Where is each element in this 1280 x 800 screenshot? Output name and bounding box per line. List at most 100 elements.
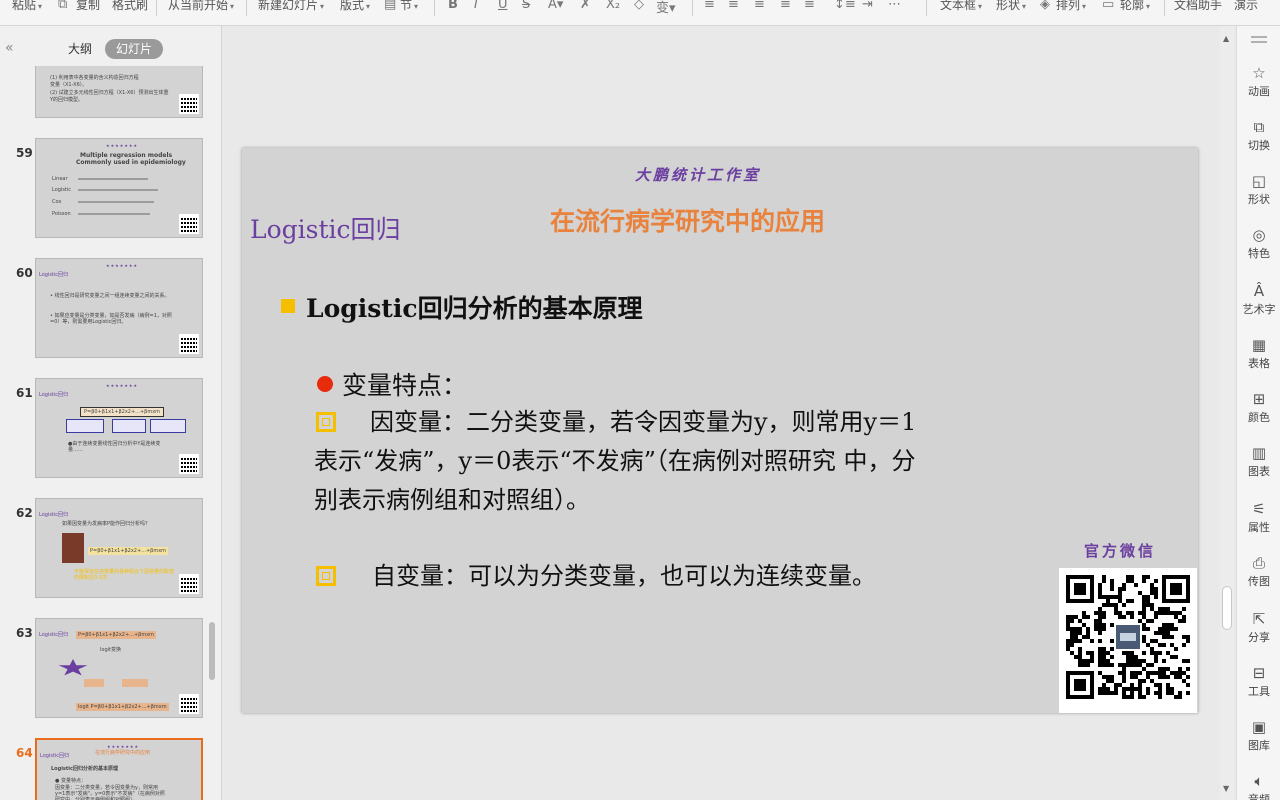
- section-button[interactable]: 节 ▾: [400, 0, 418, 14]
- layout-button[interactable]: 版式 ▾: [340, 0, 370, 14]
- strikethrough-icon[interactable]: S: [522, 0, 530, 12]
- align-right-icon[interactable]: ≡: [754, 0, 765, 12]
- outline-button[interactable]: 轮廓 ▾: [1120, 0, 1150, 14]
- thumbnail-subtitle: 在流行病学研究中的应用: [95, 750, 151, 756]
- sidebar-item-gallery[interactable]: ▣ 图库: [1237, 718, 1280, 753]
- properties-icon: ⚟: [1252, 500, 1266, 518]
- variable-features-label[interactable]: 变量特点：: [342, 366, 467, 402]
- sidebar-item-animation[interactable]: ☆ 动画: [1237, 64, 1280, 99]
- sidebar-item-tools[interactable]: ⊟ 工具: [1237, 664, 1280, 699]
- dependent-variable-text[interactable]: 因变量：二分类变量，若令因变量为y，则常用y＝1表示“发病”，y＝0表示“不发病…: [314, 403, 934, 520]
- collapse-panel-icon[interactable]: «: [5, 40, 14, 56]
- task-pane-sidebar: ☆ 动画 ⧉ 切换 ◱ 形状 ◎ 特色 Â 艺术字 ▦ 表格 ⊞ 颜色 ▥ 图表 ⚟ 属性 ⎙ 传图…: [1236, 26, 1280, 800]
- tab-outline[interactable]: 大纲: [58, 39, 102, 59]
- new-slide-label: 新建幻灯片: [258, 0, 319, 12]
- thumbnail-formula: [78, 213, 150, 215]
- slide-thumbnail[interactable]: (1) 利用表中各变量的含义构造回归方程 变量（X1-X6）。 (2) 试建立多…: [35, 66, 203, 118]
- sidebar-item-chart[interactable]: ▥ 图表: [1237, 444, 1280, 479]
- align-center-icon[interactable]: ≡: [728, 0, 739, 12]
- current-slide[interactable]: 大鹏统计工作室 Logistic回归 在流行病学研究中的应用 Logistic回…: [242, 148, 1198, 713]
- paste-label: 粘贴: [12, 0, 37, 12]
- slide-thumbnail[interactable]: ★★★★★★★ Logistic回归 • 线性回归是研究变量之间一组连续变量之间…: [35, 258, 203, 358]
- section-heading[interactable]: Logistic回归分析的基本原理: [306, 289, 643, 325]
- arrange-button[interactable]: 排列 ▾: [1056, 0, 1086, 14]
- sidebar-item-table[interactable]: ▦ 表格: [1237, 336, 1280, 371]
- slide-number: 60: [16, 266, 33, 280]
- thumbnail-formula: P=β0+β1x1+β2x2+...+βmxm: [80, 407, 165, 417]
- section-label: 节: [400, 0, 413, 12]
- thumbnail-text: Logistic: [52, 187, 72, 193]
- thumbnail-text: 因变量：二分类变量，若令因变量为y，则常用y=1表示"发病"，y=0表示"不发病…: [55, 785, 165, 800]
- clear-format-icon[interactable]: ✗: [580, 0, 591, 12]
- italic-icon[interactable]: I: [474, 0, 478, 12]
- sidebar-item-feature[interactable]: ◎ 特色: [1237, 226, 1280, 261]
- scrollbar-thumb[interactable]: [1222, 586, 1232, 630]
- thumbnail-text: ● 变量特点：: [55, 778, 86, 784]
- sidebar-item-label: 分享: [1248, 631, 1270, 644]
- sidebar-item-audio[interactable]: 🔈︎ 音频: [1237, 772, 1280, 800]
- toolbar-divider: [156, 0, 157, 16]
- thumbnail-title: Logistic回归: [40, 753, 70, 759]
- sidebar-item-wordart[interactable]: Â 艺术字: [1237, 282, 1280, 317]
- shape-button[interactable]: 形状 ▾: [996, 0, 1026, 14]
- slide-thumbnail[interactable]: Logistic回归 P=β0+β1x1+β2x2+...+βmxm logit…: [35, 618, 203, 718]
- gallery-icon: ▣: [1251, 718, 1267, 736]
- drag-handle-icon[interactable]: [1251, 36, 1267, 38]
- transition-icon: ⧉: [1253, 118, 1265, 136]
- slide-thumbnail[interactable]: ★★★★★★★ Logistic回归 P=β0+β1x1+β2x2+...+βm…: [35, 378, 203, 478]
- thumbnail-text: Cox: [52, 199, 62, 205]
- sidebar-item-share[interactable]: ⇱ 分享: [1237, 610, 1280, 645]
- justify-icon[interactable]: ≡: [780, 0, 791, 12]
- line-spacing-icon[interactable]: ↕≡: [834, 0, 856, 12]
- align-left-icon[interactable]: ≡: [704, 0, 715, 12]
- sidebar-item-label: 音频: [1248, 793, 1270, 800]
- from-current-button[interactable]: 从当前开始 ▾: [168, 0, 234, 14]
- scroll-down-icon[interactable]: ▼: [1223, 784, 1229, 793]
- sidebar-item-shape[interactable]: ◱ 形状: [1237, 172, 1280, 207]
- textbox-label: 文本框: [940, 0, 977, 12]
- slide-title[interactable]: Logistic回归: [250, 210, 401, 246]
- underline-icon[interactable]: U: [498, 0, 508, 12]
- change-case-icon[interactable]: 变▾: [656, 0, 676, 16]
- sidebar-item-color[interactable]: ⊞ 颜色: [1237, 390, 1280, 425]
- thumbnail-box: [66, 419, 104, 433]
- slide-thumbnail[interactable]: Logistic回归 如果因变量为发病率P能作回归分析吗？ P=β0+β1x1+…: [35, 498, 203, 598]
- font-color-icon[interactable]: A▾: [548, 0, 563, 12]
- doc-assistant-button[interactable]: 文档助手: [1174, 0, 1222, 14]
- scroll-up-icon[interactable]: ▲: [1223, 34, 1229, 43]
- paste-button[interactable]: 粘贴 ▾: [12, 0, 42, 14]
- paragraph-icon[interactable]: ⋯: [888, 0, 901, 12]
- slide-thumbnail-active[interactable]: ★★★★★★★ Logistic回归 在流行病学研究中的应用 Logistic回…: [35, 738, 203, 800]
- thumbnail-formula: [78, 189, 158, 191]
- eraser-icon[interactable]: ◇: [634, 0, 644, 12]
- thumbnail-title: Logistic回归: [39, 392, 69, 398]
- sidebar-item-label: 颜色: [1248, 411, 1270, 424]
- tab-slides[interactable]: 幻灯片: [105, 39, 163, 59]
- canvas-scrollbar[interactable]: ▲ ▼: [1220, 26, 1234, 800]
- outline-label: 轮廓: [1120, 0, 1145, 12]
- slide-number: 59: [16, 146, 33, 160]
- wps-presentation-window: 粘贴 ▾ ⧉ 复制 格式刷 从当前开始 ▾ 新建幻灯片 ▾ 版式 ▾ ▤ 节 ▾ B I …: [0, 0, 1280, 800]
- toolbar-divider: [1164, 0, 1165, 16]
- toolbar-divider: [926, 0, 927, 16]
- thumbnail-formula: logit P=β0+β1x1+β2x2+...+βmxm: [76, 703, 169, 711]
- sidebar-item-transition[interactable]: ⧉ 切换: [1237, 118, 1280, 153]
- bold-icon[interactable]: B: [448, 0, 458, 12]
- thumbnail-scrollbar[interactable]: [209, 622, 215, 680]
- thumbnail-text: ●由于连续变量线性回归分析中Y是连续变量……: [68, 441, 161, 453]
- slide-thumbnail[interactable]: ★★★★★★★ Multiple regression models Commo…: [35, 138, 203, 238]
- indent-icon[interactable]: ⇥: [862, 0, 873, 12]
- sidebar-item-properties[interactable]: ⚟ 属性: [1237, 500, 1280, 535]
- toolbar-divider: [692, 0, 693, 16]
- textbox-button[interactable]: 文本框 ▾: [940, 0, 982, 14]
- independent-variable-text[interactable]: 自变量：可以为分类变量，也可以为连续变量。: [314, 557, 934, 596]
- copy-button[interactable]: 复制: [76, 0, 100, 14]
- sidebar-item-upload-image[interactable]: ⎙ 传图: [1237, 554, 1280, 589]
- slide-subtitle[interactable]: 在流行病学研究中的应用: [550, 202, 825, 238]
- format-painter-button[interactable]: 格式刷: [112, 0, 148, 14]
- distribute-icon[interactable]: ≡: [804, 0, 815, 12]
- chart-icon: ▥: [1251, 444, 1267, 462]
- subscript-icon[interactable]: X₂: [606, 0, 620, 12]
- present-button[interactable]: 演示: [1234, 0, 1258, 14]
- new-slide-button[interactable]: 新建幻灯片 ▾: [258, 0, 324, 14]
